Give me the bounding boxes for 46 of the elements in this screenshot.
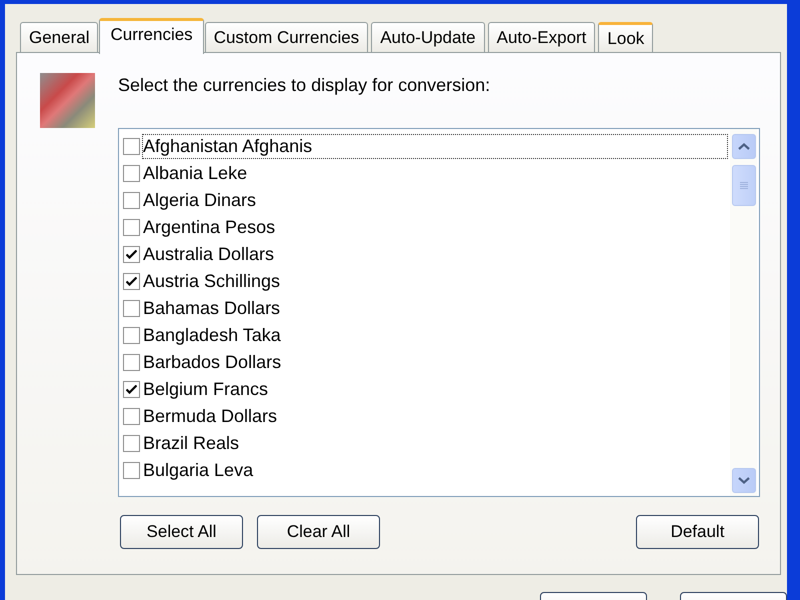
- chevron-down-icon: [738, 477, 750, 484]
- list-item[interactable]: Bermuda Dollars: [142, 404, 728, 429]
- instruction-text: Select the currencies to display for conversion:: [118, 75, 492, 96]
- checkmark-icon: [126, 250, 137, 259]
- scrollbar-thumb[interactable]: [732, 165, 756, 206]
- checkbox[interactable]: [123, 435, 140, 452]
- list-action-button[interactable]: Clear All: [257, 515, 380, 549]
- list-action-button[interactable]: Select All: [120, 515, 243, 549]
- tab[interactable]: Currencies: [99, 18, 204, 54]
- checkbox[interactable]: [123, 354, 140, 371]
- list-item[interactable]: Bahamas Dollars: [142, 296, 728, 321]
- list-item[interactable]: Bulgaria Leva: [142, 458, 728, 483]
- checkbox[interactable]: [123, 273, 140, 290]
- scroll-up-button[interactable]: [732, 134, 756, 159]
- checkbox[interactable]: [123, 219, 140, 236]
- list-item[interactable]: Austria Schillings: [142, 269, 728, 294]
- list-item[interactable]: Brazil Reals: [142, 431, 728, 456]
- checkbox[interactable]: [123, 300, 140, 317]
- list-item[interactable]: Argentina Pesos: [142, 215, 728, 240]
- list-item[interactable]: Australia Dollars: [142, 242, 728, 267]
- checkbox[interactable]: [123, 165, 140, 182]
- list-item[interactable]: Belgium Francs: [142, 377, 728, 402]
- checkbox[interactable]: [123, 327, 140, 344]
- photo-placeholder: [40, 73, 95, 128]
- list-item[interactable]: Albania Leke: [142, 161, 728, 186]
- checkbox[interactable]: [123, 192, 140, 209]
- tab[interactable]: Look: [598, 22, 654, 52]
- tab[interactable]: Auto-Export: [488, 22, 596, 52]
- tab[interactable]: General: [20, 22, 98, 52]
- checkbox[interactable]: [123, 138, 140, 155]
- list-item[interactable]: Bangladesh Taka: [142, 323, 728, 348]
- scroll-down-button[interactable]: [732, 468, 756, 493]
- tab[interactable]: Custom Currencies: [204, 22, 368, 52]
- checkbox[interactable]: [123, 462, 140, 479]
- checkmark-icon: [126, 277, 137, 286]
- chevron-up-icon: [738, 143, 750, 150]
- checkmark-icon: [126, 385, 137, 394]
- list-item[interactable]: Algeria Dinars: [142, 188, 728, 213]
- grip-icon: [740, 182, 748, 189]
- checkbox[interactable]: [123, 381, 140, 398]
- checkbox[interactable]: [123, 246, 140, 263]
- list-item[interactable]: Barbados Dollars: [142, 350, 728, 375]
- default-button[interactable]: Default: [636, 515, 759, 549]
- tab[interactable]: Auto-Update: [371, 22, 485, 52]
- list-item[interactable]: Afghanistan Afghanis: [142, 134, 728, 159]
- checkbox[interactable]: [123, 408, 140, 425]
